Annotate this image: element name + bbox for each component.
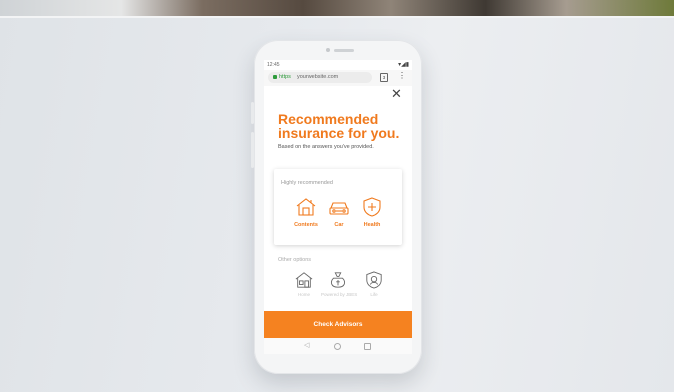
- menu-icon[interactable]: ⋮: [398, 71, 406, 80]
- header-photo-strip: [0, 0, 674, 16]
- url-protocol: https: [279, 74, 291, 80]
- option-finance-label: Powered by JBES: [321, 292, 358, 297]
- option-car[interactable]: Car: [324, 196, 354, 228]
- signal-icon: ▾◢▮: [398, 62, 409, 68]
- android-nav-bar: ◁: [264, 338, 412, 354]
- car-icon: [329, 202, 349, 215]
- option-home[interactable]: Home: [287, 271, 321, 297]
- recommended-label: Highly recommended: [281, 180, 333, 186]
- page-title: Recommended insurance for you.: [278, 112, 408, 140]
- browser-address-bar: https yourwebsite.com 3 ⋮: [264, 70, 412, 86]
- house-icon: [295, 272, 313, 288]
- money-bag-icon: [330, 272, 346, 288]
- life-shield-icon: [366, 271, 382, 289]
- recent-apps-icon[interactable]: [364, 343, 371, 350]
- url-field[interactable]: https yourwebsite.com: [268, 72, 372, 83]
- option-health[interactable]: Health: [357, 196, 387, 228]
- phone-mockup: 12:45 ▾◢▮ https yourwebsite.com 3 ⋮ ✕ Re…: [251, 40, 422, 374]
- phone-volume-button: [251, 132, 254, 168]
- phone-screen: 12:45 ▾◢▮ https yourwebsite.com 3 ⋮ ✕ Re…: [264, 60, 412, 354]
- url-host: yourwebsite.com: [297, 74, 339, 80]
- option-life[interactable]: Life: [357, 271, 391, 297]
- option-life-label: Life: [370, 292, 378, 297]
- other-options-label: Other options: [278, 257, 312, 263]
- tabs-icon[interactable]: 3: [380, 73, 388, 82]
- back-icon[interactable]: ◁: [304, 341, 309, 349]
- front-camera: [326, 48, 330, 52]
- home-icon[interactable]: [334, 343, 341, 350]
- option-health-label: Health: [363, 222, 381, 228]
- close-icon[interactable]: ✕: [391, 87, 402, 100]
- house-icon: [296, 198, 316, 216]
- health-shield-icon: [363, 197, 381, 217]
- page-subtitle: Based on the answers you've provided.: [278, 144, 374, 150]
- option-home-label: Home: [297, 292, 310, 297]
- phone-side-button: [251, 102, 254, 124]
- phone-speaker: [334, 49, 354, 52]
- option-finance[interactable]: Powered by JBES: [321, 271, 358, 297]
- option-contents[interactable]: Contents: [291, 196, 321, 228]
- status-time: 12:45: [267, 62, 280, 68]
- page-title-line2: insurance for you.: [278, 125, 400, 141]
- option-car-label: Car: [334, 222, 344, 228]
- check-advisors-button[interactable]: Check Advisors: [264, 311, 412, 338]
- lock-icon: [273, 75, 277, 79]
- option-contents-label: Contents: [294, 222, 318, 228]
- recommended-card: Highly recommended Contents Car Health: [274, 169, 402, 245]
- header-divider: [0, 16, 674, 18]
- page-title-line1: Recommended: [278, 111, 379, 127]
- status-bar: 12:45 ▾◢▮: [264, 60, 412, 70]
